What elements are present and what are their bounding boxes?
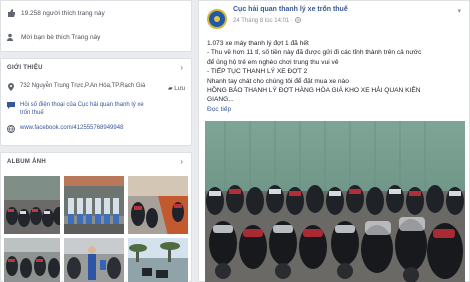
phone-link-line-2: trốn thuế — [20, 110, 44, 116]
page-stats-card: 19.258 người thích trang này Mời bạn bè … — [0, 0, 192, 52]
caret-down-icon[interactable]: ▾ — [457, 7, 461, 15]
intro-heading: GIỚI THIỆU — [7, 65, 43, 71]
post-page-name[interactable]: Cục hải quan thanh lý xe trốn thuế — [233, 6, 348, 13]
invite-friends-link[interactable]: Mời bạn bè thích Trang này — [21, 34, 100, 41]
likes-row: 19.258 người thích trang này — [1, 1, 191, 25]
website-link[interactable]: www.facebook.com/412555768949948 — [20, 125, 123, 131]
page-sidebar: 19.258 người thích trang này Mời bạn bè … — [0, 0, 192, 282]
chat-icon — [7, 101, 15, 109]
intro-card: GIỚI THIỆU › 732 Nguyễn Trung Trực,P.An … — [0, 58, 192, 146]
globe-icon — [294, 17, 301, 24]
save-label: Lưu — [174, 86, 185, 92]
read-more-link[interactable]: Đọc tiếp — [207, 105, 461, 114]
album-thumbnail[interactable] — [127, 175, 189, 235]
address-row: 732 Nguyễn Trung Trực,P.An Hòa,TP.Rạch G… — [7, 83, 185, 91]
post-timestamp[interactable]: 24 Tháng 8 lúc 14:01 · — [233, 17, 301, 24]
album-thumbnail[interactable] — [127, 237, 189, 282]
phone-row[interactable]: Hỏi số điện thoại của Cục hải quan thanh… — [7, 101, 185, 117]
website-row[interactable]: www.facebook.com/412555768949948 — [7, 125, 185, 133]
phone-link-line-1: Hỏi số điện thoại của Cục hải quan thanh… — [20, 102, 144, 108]
post-photo[interactable] — [205, 121, 465, 282]
address-text: 732 Nguyễn Trung Trực,P.An Hòa,TP.Rạch G… — [20, 83, 146, 89]
page-avatar-icon[interactable] — [207, 9, 227, 29]
chevron-right-icon[interactable]: › — [180, 157, 183, 166]
album-heading: ALBUM ẢNH — [7, 159, 47, 165]
save-button[interactable]: ▰ Lưu — [168, 85, 185, 92]
post-time-text: 24 Tháng 8 lúc 14:01 · — [233, 18, 295, 24]
feed-post: Cục hải quan thanh lý xe trốn thuế 24 Th… — [198, 0, 470, 282]
chevron-right-icon[interactable]: › — [180, 63, 183, 72]
globe-icon — [7, 125, 15, 133]
post-line: để ủng hộ trẻ em nghèo chơi trung thu vu… — [207, 58, 339, 66]
post-line: - Thu về hơn 11 tỉ, số tiền này đã được … — [207, 49, 422, 57]
phone-link[interactable]: Hỏi số điện thoại của Cục hải quan thanh… — [20, 101, 144, 117]
likes-count-text: 19.258 người thích trang này — [21, 9, 105, 17]
post-line: 1.073 xe máy thanh lý đợt 1 đã hết — [207, 40, 309, 47]
invite-friends-row[interactable]: Mời bạn bè thích Trang này — [1, 25, 191, 49]
post-line: - TIẾP TỤC THANH LÝ XE ĐỢT 2 — [207, 68, 308, 76]
album-thumbnail[interactable] — [63, 175, 125, 235]
post-body: 1.073 xe máy thanh lý đợt 1 đã hết - Thu… — [207, 39, 461, 114]
post-line: Nhanh tay chát cho chúng tôi để đặt mua … — [207, 77, 349, 85]
location-icon — [7, 83, 15, 91]
friends-icon — [7, 33, 15, 41]
likes-icon — [7, 9, 15, 17]
album-thumbnail[interactable] — [3, 175, 61, 235]
album-thumbnail[interactable] — [63, 237, 125, 282]
post-line: HỒNG BÁO THANH LÝ ĐỢT HÀNG HÓA GIÁ KHO X… — [207, 87, 421, 95]
album-card: ALBUM ẢNH › — [0, 152, 192, 282]
bookmark-icon: ▰ — [168, 86, 173, 92]
album-thumbnail[interactable] — [3, 237, 61, 282]
post-line: GIANG... — [207, 96, 234, 104]
